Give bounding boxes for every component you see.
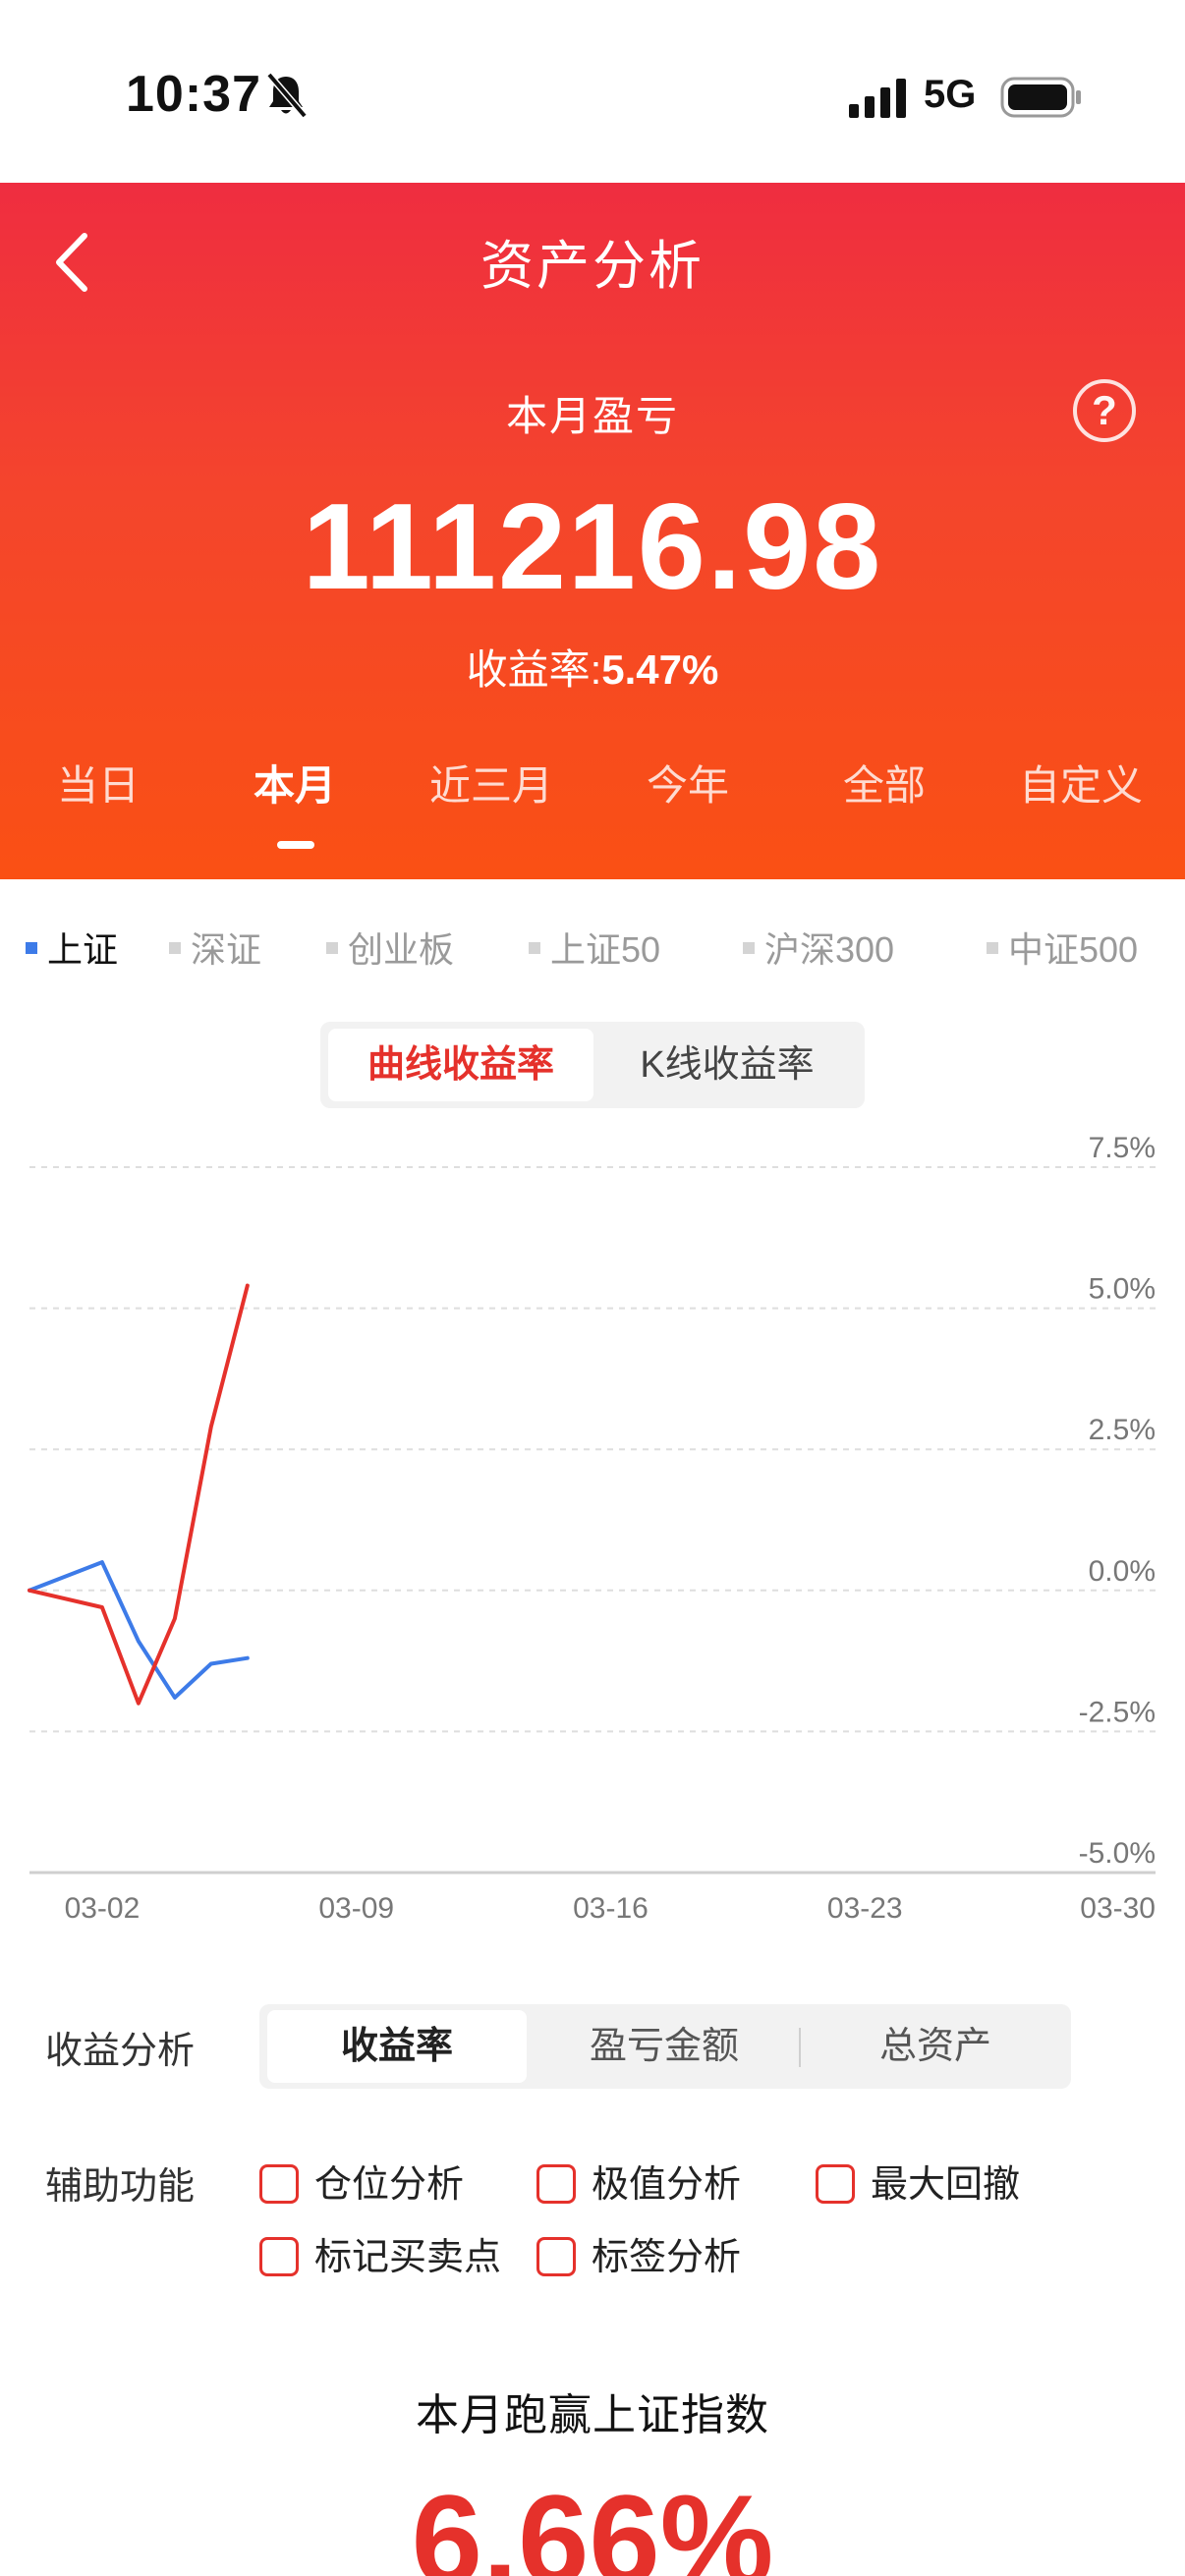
index-tab-label: 中证500 <box>1008 929 1139 970</box>
status-time: 10:37 <box>126 66 261 123</box>
checkbox-label: 最大回撤 <box>871 2164 1021 2206</box>
index-tab-sz[interactable]: 深证 <box>169 922 261 971</box>
tab-this-year[interactable]: 今年 <box>590 753 786 812</box>
index-tab-label: 创业板 <box>348 929 455 970</box>
index-marker <box>987 942 998 955</box>
tab-today[interactable]: 当日 <box>0 753 197 812</box>
chart-type-toggle: 曲线收益率 K线收益率 <box>320 1022 865 1108</box>
index-series-line <box>28 1560 250 1700</box>
aux-label: 辅助功能 <box>45 2166 196 2208</box>
return-rate-value: 5.47% <box>601 646 719 693</box>
return-rate: 收益率:5.47% <box>0 637 1185 697</box>
checkbox-position-analysis[interactable]: 仓位分析 <box>259 2154 465 2206</box>
y-tick-label: -2.5% <box>1079 1696 1156 1728</box>
index-tab-label: 上证50 <box>550 929 661 970</box>
checkbox-max-drawdown[interactable]: 最大回撤 <box>816 2154 1021 2206</box>
x-tick-label: 03-09 <box>318 1892 394 1925</box>
index-tab-hs300[interactable]: 沪深300 <box>743 922 894 971</box>
asset-header: 资产分析 本月盈亏 ? 111216.98 收益率:5.47% 当日 本月 近三… <box>0 183 1185 879</box>
tab-all[interactable]: 全部 <box>786 753 983 812</box>
x-tick-label: 03-23 <box>827 1892 903 1925</box>
monthly-pnl-label: 本月盈亏 <box>505 393 679 439</box>
kline-return-option[interactable]: K线收益率 <box>597 1029 857 1101</box>
bell-muted-icon <box>266 72 308 119</box>
checkbox-tag-analysis[interactable]: 标签分析 <box>536 2226 742 2278</box>
index-marker <box>26 942 37 955</box>
checkbox-label: 极值分析 <box>592 2164 742 2206</box>
curve-return-option[interactable]: 曲线收益率 <box>328 1029 593 1101</box>
index-tab-zz500[interactable]: 中证500 <box>987 922 1138 971</box>
return-chart: 7.5% 5.0% 2.5% 0.0% -2.5% -5.0% 03-02 03-09 03-1… <box>28 1132 1156 1925</box>
network-label: 5G <box>924 73 977 116</box>
x-tick-label: 03-30 <box>1080 1892 1156 1925</box>
signal-icon <box>849 79 906 118</box>
index-marker <box>529 942 540 955</box>
active-tab-indicator <box>277 841 314 849</box>
checkbox-extreme-analysis[interactable]: 极值分析 <box>536 2154 742 2206</box>
checkbox-label: 标记买卖点 <box>314 2237 502 2278</box>
tab-this-month[interactable]: 本月 <box>197 753 393 812</box>
checkbox-icon <box>816 2163 855 2204</box>
return-rate-label: 收益率: <box>466 646 602 693</box>
help-icon[interactable]: ? <box>1073 379 1136 442</box>
option-pnl-amount[interactable]: 盈亏金额 <box>535 2010 794 2083</box>
option-return-rate[interactable]: 收益率 <box>267 2010 527 2083</box>
tab-three-months[interactable]: 近三月 <box>393 753 590 812</box>
checkbox-mark-trades[interactable]: 标记买卖点 <box>259 2226 502 2278</box>
page-title: 资产分析 <box>480 237 705 296</box>
checkbox-icon <box>259 2163 299 2204</box>
y-tick-label: 5.0% <box>1089 1273 1156 1306</box>
checkbox-label: 标签分析 <box>592 2237 742 2278</box>
index-tab-sh[interactable]: 上证 <box>26 922 118 971</box>
y-tick-label: 7.5% <box>1089 1132 1156 1164</box>
option-total-assets[interactable]: 总资产 <box>806 2010 1065 2083</box>
index-marker <box>743 942 755 955</box>
tab-custom[interactable]: 自定义 <box>983 753 1179 812</box>
analysis-toggle: 收益率 盈亏金额 总资产 <box>259 2004 1071 2089</box>
x-tick-label: 03-02 <box>65 1892 141 1925</box>
pnl-amount: 111216.98 <box>302 479 883 615</box>
index-tab-label: 深证 <box>191 929 262 970</box>
index-tab-cyb[interactable]: 创业板 <box>326 922 454 971</box>
checkbox-label: 仓位分析 <box>314 2164 465 2206</box>
index-tab-label: 沪深300 <box>764 929 895 970</box>
index-tab-label: 上证 <box>47 929 119 970</box>
battery-icon <box>1000 77 1081 118</box>
analysis-label: 收益分析 <box>45 2031 196 2072</box>
y-tick-label: 2.5% <box>1089 1414 1156 1446</box>
status-bar: 10:37 5G <box>0 0 1185 183</box>
x-tick-label: 03-16 <box>573 1892 649 1925</box>
y-tick-label: 0.0% <box>1089 1555 1156 1588</box>
checkbox-icon <box>536 2163 576 2204</box>
index-tab-sz50[interactable]: 上证50 <box>529 922 660 971</box>
beat-index-value: 6.66% <box>411 2468 774 2576</box>
y-tick-label: -5.0% <box>1079 1837 1156 1870</box>
index-marker <box>326 942 338 955</box>
checkbox-icon <box>259 2236 299 2276</box>
beat-index-title: 本月跑赢上证指数 <box>416 2391 769 2439</box>
divider <box>799 2028 801 2067</box>
period-tabs: 当日 本月 近三月 今年 全部 自定义 <box>0 753 1185 831</box>
checkbox-icon <box>536 2236 576 2276</box>
index-marker <box>169 942 181 955</box>
